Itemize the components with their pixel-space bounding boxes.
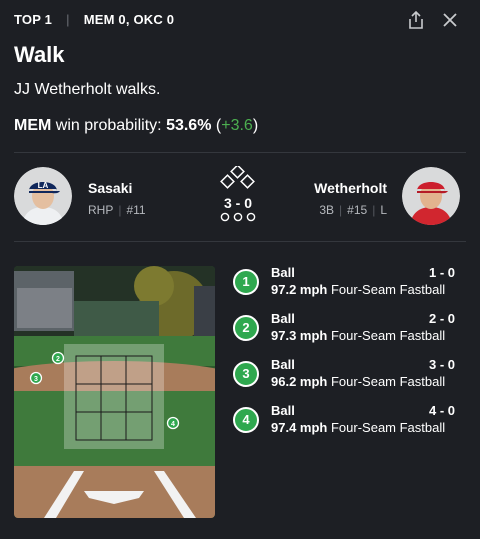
pitch-number-badge: 2 [233,315,259,341]
pitch-row[interactable]: 1 Ball 1 - 0 97.2 mph Four-Seam Fastball [233,265,455,311]
svg-text:2: 2 [56,356,60,363]
wp-open: ( [211,117,222,134]
batter-number: #15 [347,203,368,217]
pitch-marker[interactable]: 4 [166,416,180,430]
svg-text:3: 3 [34,376,38,383]
separator: | [118,203,122,217]
separator: | [66,12,70,27]
batter-avatar[interactable] [402,167,460,225]
pitch-result: Ball [271,403,295,418]
divider [14,241,466,242]
pitch-row[interactable]: 4 Ball 4 - 0 97.4 mph Four-Seam Fastball [233,403,455,449]
pitch-speed: 97.4 mph [271,420,328,435]
balls-strikes-count: 3 - 0 [223,195,252,211]
pitch-count: 1 - 0 [428,265,455,280]
pitcher-role: RHP [88,203,114,217]
pitch-marker[interactable]: 2 [51,351,65,365]
wp-team: MEM [14,117,52,134]
pitch-location-view: 2 3 4 [14,266,215,518]
event-description: JJ Wetherholt walks. [14,81,161,98]
pitch-count: 2 - 0 [428,311,455,326]
wp-close: ) [252,117,259,134]
pitch-speed: 97.2 mph [271,282,328,297]
wp-value: 53.6% [166,117,212,134]
batter-position: 3B [319,203,335,217]
pitch-speed: 96.2 mph [271,374,328,389]
share-icon[interactable] [406,10,426,30]
pitch-list: 1 Ball 1 - 0 97.2 mph Four-Seam Fastball… [233,265,455,449]
outs-icon [220,212,256,222]
pitch-detail: 97.3 mph Four-Seam Fastball [271,328,445,343]
svg-text:4: 4 [171,421,175,428]
score-label: MEM 0, OKC 0 [83,12,175,27]
pitch-detail: 97.2 mph Four-Seam Fastball [271,282,445,297]
pitch-type: Four-Seam Fastball [330,420,446,435]
pitch-count: 3 - 0 [428,357,455,372]
pitch-number-badge: 1 [233,269,259,295]
pitch-speed: 97.3 mph [271,328,328,343]
pitch-number-badge: 4 [233,407,259,433]
pitcher-number: #11 [126,203,146,217]
win-probability: MEM win probability: 53.6% (+3.6) [14,117,258,135]
pitch-type: Four-Seam Fastball [330,374,446,389]
pitch-detail: 96.2 mph Four-Seam Fastball [271,374,445,389]
inning-label: TOP 1 [14,12,53,27]
pitch-result: Ball [271,311,295,326]
pitch-result: Ball [271,265,295,280]
separator: | [339,203,343,217]
pitcher-name[interactable]: Sasaki [88,180,132,196]
batter-hand: L [380,203,387,217]
batter-name[interactable]: Wetherholt [314,180,387,196]
svg-text:LA: LA [38,181,49,190]
pitch-row[interactable]: 3 Ball 3 - 0 96.2 mph Four-Seam Fastball [233,357,455,403]
event-title: Walk [14,42,65,67]
pitch-detail: 97.4 mph Four-Seam Fastball [271,420,445,435]
pitch-result: Ball [271,357,295,372]
game-status: TOP 1 | MEM 0, OKC 0 [14,12,174,27]
batter-meta: 3B | #15 | L [319,203,387,217]
pitch-type: Four-Seam Fastball [330,328,446,343]
pitch-row[interactable]: 2 Ball 2 - 0 97.3 mph Four-Seam Fastball [233,311,455,357]
pitch-count: 4 - 0 [428,403,455,418]
divider [14,152,466,153]
pitch-type: Four-Seam Fastball [330,282,446,297]
pitch-number-badge: 3 [233,361,259,387]
separator: | [372,203,376,217]
close-icon[interactable] [440,10,460,30]
wp-label: win probability: [55,117,162,134]
bases-icon [220,166,255,189]
pitcher-meta: RHP | #11 [88,203,146,217]
pitch-marker[interactable]: 3 [29,371,43,385]
pitcher-avatar[interactable]: LA [14,167,72,225]
wp-change: +3.6 [221,117,253,134]
